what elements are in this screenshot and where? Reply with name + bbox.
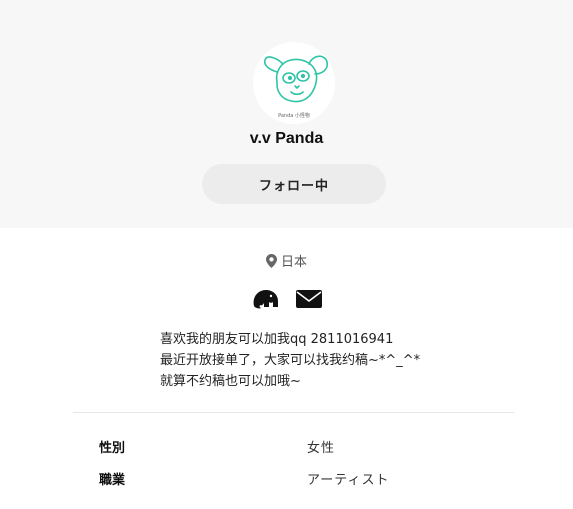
avatar[interactable]: Panda 小怪物 <box>253 42 335 124</box>
avatar-caption: Panda 小怪物 <box>278 113 310 119</box>
divider <box>73 412 514 413</box>
social-links <box>0 288 573 310</box>
detail-label: 職業 <box>99 473 126 488</box>
location-text: 日本 <box>280 255 307 270</box>
profile-header: Panda 小怪物 v.v Panda フォロー中 <box>0 0 573 228</box>
detail-label: 性別 <box>99 441 126 456</box>
detail-value: アーティスト <box>307 473 390 488</box>
bio-line: 最近开放接单了，大家可以找我约稿~*^_^* <box>160 353 421 368</box>
map-pin-icon <box>265 253 277 268</box>
detail-row-gender: 性別 女性 <box>99 437 519 457</box>
follow-button[interactable]: フォロー中 <box>202 164 386 204</box>
detail-value: 女性 <box>307 441 336 456</box>
elephant-icon[interactable] <box>251 288 279 310</box>
profile-page: Panda 小怪物 v.v Panda フォロー中 日本 喜欢我的朋友可以加我q… <box>0 0 573 509</box>
mail-icon[interactable] <box>295 288 323 310</box>
profile-name: v.v Panda <box>249 130 324 147</box>
detail-row-occupation: 職業 アーティスト <box>99 469 519 489</box>
bio-text: 喜欢我的朋友可以加我qq 2811016941 最近开放接单了，大家可以找我约稿… <box>160 329 480 392</box>
bio-line: 就算不约稿也可以加哦~ <box>160 374 301 389</box>
location: 日本 <box>0 251 573 270</box>
bio-line: 喜欢我的朋友可以加我qq 2811016941 <box>160 332 394 347</box>
